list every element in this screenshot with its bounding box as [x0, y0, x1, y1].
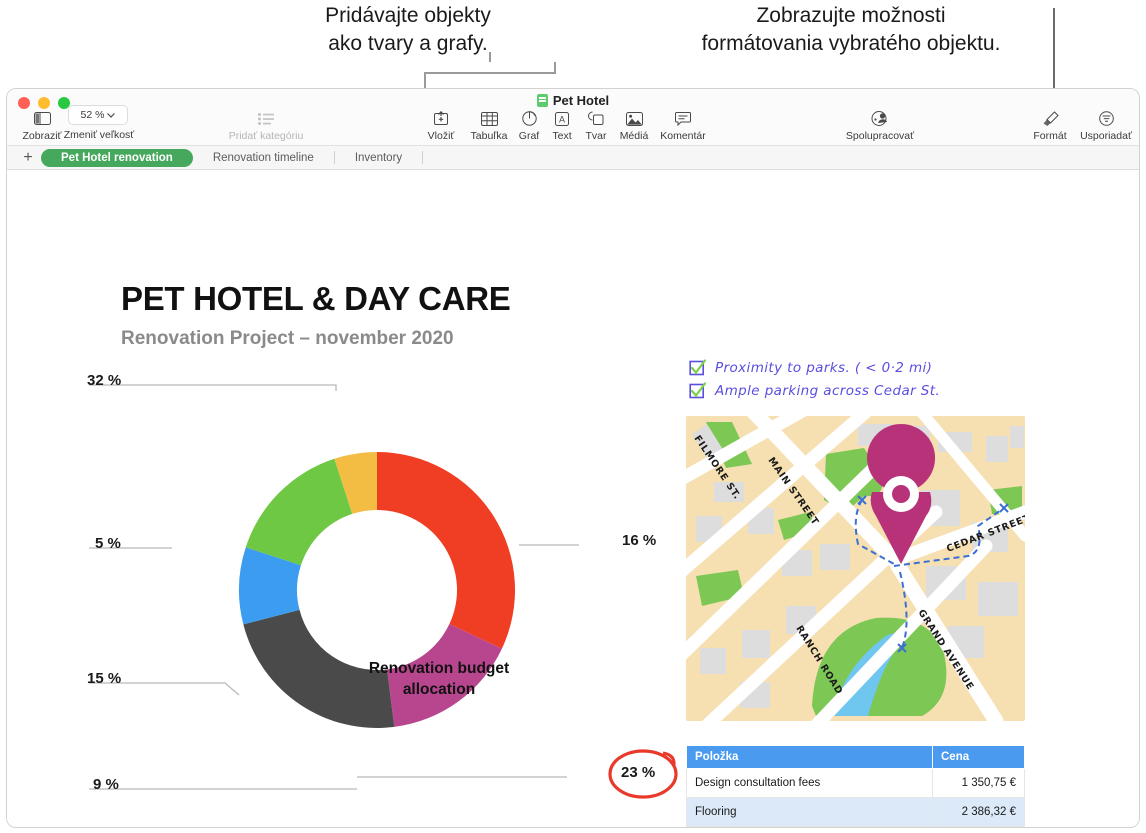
- slice-label-fixtures-and-fittings: 16 %: [622, 532, 657, 549]
- collaborate-icon: [836, 109, 924, 128]
- arrange-icon: [1067, 109, 1139, 128]
- tab-divider: [422, 151, 424, 164]
- table-header-row: Položka Cena: [686, 745, 1025, 769]
- document-title: Pet Hotel: [7, 93, 1139, 108]
- toolbar-label-add-category: Pridať kategóriu: [228, 130, 304, 142]
- map-svg: FILMORE ST. MAIN STREET CEDAR STREET RAN…: [686, 416, 1025, 721]
- checkbox-checked-icon: [689, 382, 706, 399]
- donut-center-label: Renovation budget allocation: [368, 660, 510, 698]
- document-title-text: Pet Hotel: [552, 93, 610, 108]
- annotation-circle-23-percent: [608, 749, 678, 799]
- page-title: PET HOTEL & DAY CARE: [121, 280, 511, 317]
- page-subtitle: Renovation Project – november 2020: [121, 328, 454, 349]
- sidebar-icon: [7, 109, 77, 128]
- toolbar-label-zoom: Zmeniť veľkosť: [63, 129, 135, 141]
- table-cell-price[interactable]: 720,4 €: [932, 826, 1025, 827]
- table-cell-item[interactable]: Design consultation fees: [686, 768, 933, 798]
- toolbar-button-arrange[interactable]: Usporiadať: [1067, 109, 1139, 142]
- toolbar-label-comment: Komentár: [660, 130, 706, 142]
- toolbar-button-comment[interactable]: Komentár: [647, 109, 719, 142]
- slice-label-flooring: 15 %: [87, 670, 122, 687]
- checklist-item-proximity[interactable]: Proximity to parks. ( < 0·2 mi): [689, 356, 1019, 379]
- table-header-price[interactable]: Cena: [932, 745, 1025, 769]
- slice-label-design-consultation-fees: 9 %: [93, 776, 119, 793]
- comment-icon: [647, 109, 719, 128]
- donut-chart[interactable]: Renovation budget allocation: [67, 365, 687, 815]
- table-row[interactable]: Plumbing and electrical 720,4 €: [686, 826, 1025, 827]
- sheet-tab-renovation-timeline[interactable]: Renovation timeline: [193, 149, 334, 167]
- titlebar: Pet Hotel Zobraziť 52 % Zmeniť veľkosť P…: [7, 89, 1139, 146]
- table-cell-price[interactable]: 1 350,75 €: [932, 768, 1025, 798]
- handwritten-checklist: Proximity to parks. ( < 0·2 mi) Ample pa…: [689, 356, 1019, 402]
- toolbar-button-collaborate[interactable]: Spolupracovať: [836, 109, 924, 142]
- add-sheet-button[interactable]: +: [15, 149, 41, 166]
- zoom-value: 52 %: [80, 109, 105, 121]
- checklist-item-parking[interactable]: Ample parking across Cedar St.: [689, 379, 1019, 402]
- app-window: Pet Hotel Zobraziť 52 % Zmeniť veľkosť P…: [6, 88, 1140, 828]
- table-cell-price[interactable]: 2 386,32 €: [932, 797, 1025, 827]
- donut-slice-flooring[interactable]: [245, 458, 353, 566]
- callout-leader-lines: [424, 8, 1055, 90]
- table-header-item[interactable]: Položka: [686, 745, 933, 769]
- list-icon: [222, 109, 310, 128]
- donut-slice-cabinetry[interactable]: [377, 452, 515, 649]
- toolbar-label-arrange: Usporiadať: [1080, 130, 1132, 142]
- callout-layer: Pridávajte objekty ako tvary a grafy. Zob…: [0, 0, 1146, 92]
- slice-label-plumbing-and-electrical: 5 %: [95, 535, 121, 552]
- numbers-document-icon: [536, 94, 548, 107]
- table-row[interactable]: Design consultation fees 1 350,75 €: [686, 768, 1025, 798]
- table-cell-item[interactable]: Plumbing and electrical: [686, 826, 933, 827]
- sheet-canvas[interactable]: PET HOTEL & DAY CARE Renovation Project …: [7, 170, 1139, 827]
- toolbar-label-collaborate: Spolupracovať: [845, 130, 915, 142]
- checklist-label: Ample parking across Cedar St.: [715, 382, 941, 399]
- donut-chart-svg: [89, 384, 579, 790]
- table-row[interactable]: Flooring 2 386,32 €: [686, 797, 1025, 827]
- slice-label-cabinetry: 32 %: [87, 372, 122, 389]
- sheet-tab-inventory[interactable]: Inventory: [335, 149, 422, 167]
- checkbox-checked-icon: [689, 359, 706, 376]
- zoom-control[interactable]: 52 %: [68, 105, 128, 125]
- chevron-down-icon: [107, 112, 116, 118]
- toolbar-label-zoom-wrap: Zmeniť veľkosť: [60, 127, 138, 141]
- sheet-tab-pet-hotel-renovation[interactable]: Pet Hotel renovation: [41, 148, 193, 167]
- checklist-label: Proximity to parks. ( < 0·2 mi): [715, 359, 933, 376]
- budget-table[interactable]: Položka Cena Design consultation fees 1 …: [686, 745, 1025, 827]
- map-image[interactable]: FILMORE ST. MAIN STREET CEDAR STREET RAN…: [686, 416, 1025, 721]
- sheet-tab-bar: + Pet Hotel renovation Renovation timeli…: [7, 146, 1139, 170]
- toolbar-button-add-category[interactable]: Pridať kategóriu: [222, 109, 310, 142]
- table-cell-item[interactable]: Flooring: [686, 797, 933, 827]
